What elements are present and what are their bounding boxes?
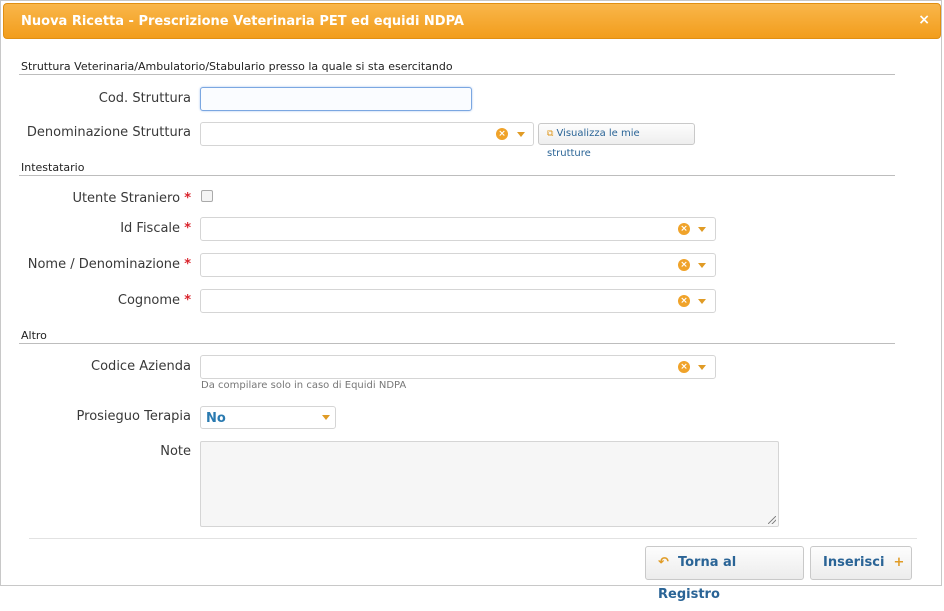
note-textarea[interactable] bbox=[200, 441, 779, 527]
section-altro: Altro bbox=[21, 329, 47, 342]
torna-al-registro-button[interactable]: ↶ Torna al Registro bbox=[645, 546, 804, 602]
cognome-label: Cognome bbox=[117, 293, 181, 308]
clear-icon[interactable]: × bbox=[678, 259, 690, 271]
cognome-combo[interactable]: × bbox=[200, 289, 716, 313]
clear-icon[interactable]: × bbox=[678, 295, 690, 307]
clear-icon[interactable]: × bbox=[678, 223, 690, 235]
visualizza-strutture-label: Visualizza le mie strutture bbox=[547, 128, 640, 159]
dialog-titlebar: Nuova Ricetta - Prescrizione Veterinaria… bbox=[3, 3, 941, 39]
label-nome: Nome / Denominazione * bbox=[1, 257, 191, 272]
chevron-down-icon[interactable] bbox=[698, 263, 706, 268]
id-fiscale-combo[interactable]: × bbox=[200, 217, 716, 241]
required-marker: * bbox=[184, 293, 191, 308]
section-intestatario: Intestatario bbox=[21, 161, 85, 174]
required-marker: * bbox=[184, 257, 191, 272]
codice-azienda-hint: Da compilare solo in caso di Equidi NDPA bbox=[201, 380, 407, 391]
clear-icon[interactable]: × bbox=[496, 128, 508, 140]
prosieguo-terapia-value: No bbox=[206, 411, 226, 426]
chevron-down-icon[interactable] bbox=[698, 227, 706, 232]
torna-al-registro-label: Torna al Registro bbox=[658, 555, 737, 602]
section-divider bbox=[19, 74, 895, 75]
close-icon[interactable]: × bbox=[918, 12, 930, 28]
chevron-down-icon[interactable] bbox=[698, 365, 706, 370]
chevron-down-icon[interactable] bbox=[517, 132, 525, 137]
label-cod-struttura: Cod. Struttura bbox=[98, 91, 191, 106]
label-denominazione-struttura: Denominazione Struttura bbox=[26, 125, 191, 140]
label-note: Note bbox=[160, 444, 191, 459]
external-window-icon: ⧉ bbox=[547, 129, 554, 139]
label-codice-azienda: Codice Azienda bbox=[91, 359, 191, 374]
id-fiscale-label: Id Fiscale bbox=[120, 221, 181, 236]
resize-handle-icon[interactable] bbox=[768, 516, 776, 524]
plus-icon: + bbox=[893, 555, 905, 570]
section-divider bbox=[19, 175, 895, 176]
utente-straniero-checkbox[interactable] bbox=[201, 190, 213, 202]
section-struttura: Struttura Veterinaria/Ambulatorio/Stabul… bbox=[21, 60, 453, 73]
inserisci-label: Inserisci bbox=[823, 555, 885, 570]
clear-icon[interactable]: × bbox=[678, 361, 690, 373]
denominazione-struttura-combo[interactable]: × bbox=[200, 122, 534, 146]
chevron-down-icon[interactable] bbox=[698, 299, 706, 304]
dialog: Nuova Ricetta - Prescrizione Veterinaria… bbox=[0, 0, 942, 602]
cod-struttura-input[interactable] bbox=[200, 87, 472, 111]
visualizza-strutture-button[interactable]: ⧉ Visualizza le mie strutture bbox=[538, 123, 695, 159]
nome-combo[interactable]: × bbox=[200, 253, 716, 277]
required-marker: * bbox=[184, 221, 191, 236]
footer-divider bbox=[29, 538, 917, 539]
prosieguo-terapia-select[interactable]: No bbox=[200, 406, 336, 429]
label-utente-straniero: Utente Straniero * bbox=[1, 191, 191, 206]
label-id-fiscale: Id Fiscale * bbox=[1, 221, 191, 236]
label-prosieguo-terapia: Prosieguo Terapia bbox=[76, 409, 191, 424]
utente-straniero-label: Utente Straniero bbox=[72, 191, 181, 206]
dialog-title: Nuova Ricetta - Prescrizione Veterinaria… bbox=[21, 14, 464, 29]
codice-azienda-combo[interactable]: × bbox=[200, 355, 716, 379]
inserisci-button[interactable]: Inserisci + bbox=[810, 546, 912, 580]
label-cognome: Cognome * bbox=[1, 293, 191, 308]
chevron-down-icon[interactable] bbox=[322, 415, 330, 420]
nome-label: Nome / Denominazione bbox=[27, 257, 181, 272]
undo-icon: ↶ bbox=[658, 555, 669, 570]
section-divider bbox=[19, 343, 895, 344]
required-marker: * bbox=[184, 191, 191, 206]
